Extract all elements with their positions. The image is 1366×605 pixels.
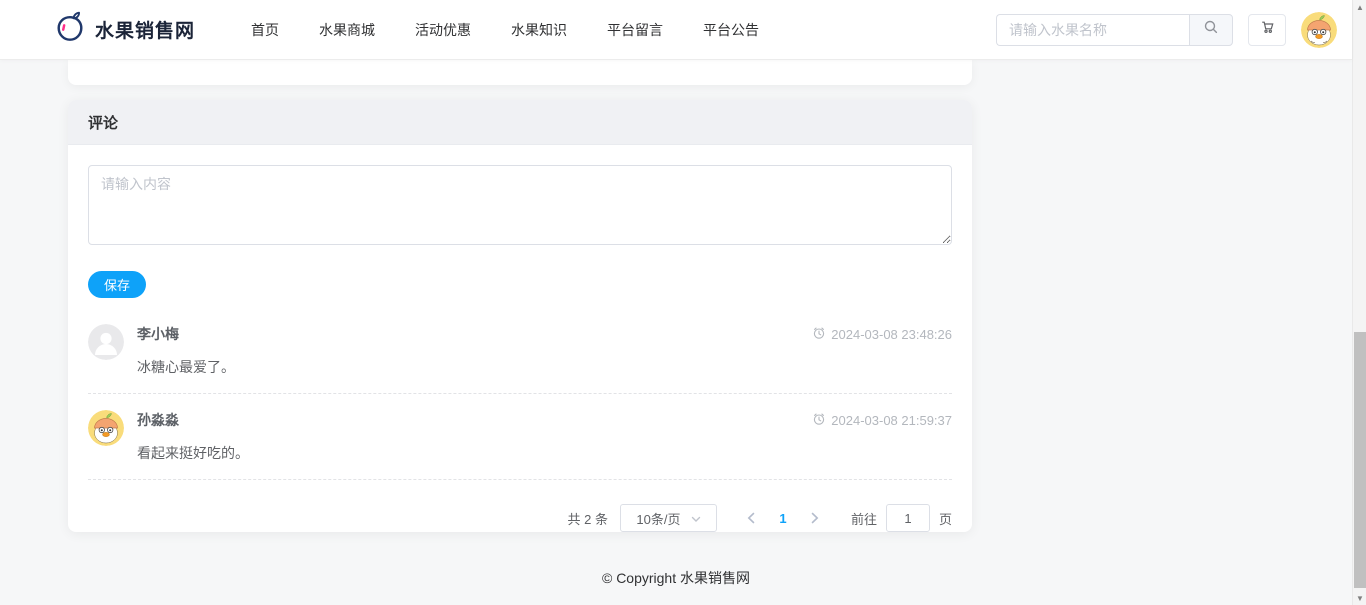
nav-item-mall[interactable]: 水果商城 <box>319 0 375 60</box>
search-input[interactable] <box>996 13 1189 46</box>
cart-icon <box>1259 19 1275 40</box>
comment-item: 孙淼淼 2024-03-08 21:59:37 看起来挺好吃的。 <box>88 394 952 480</box>
site-title: 水果销售网 <box>95 21 196 42</box>
comments-card-body: 保存 李小梅 <box>68 145 972 552</box>
nav-item-knowledge[interactable]: 水果知识 <box>511 0 567 60</box>
nav-item-promotions[interactable]: 活动优惠 <box>415 0 471 60</box>
goto-label: 前往 <box>850 511 877 527</box>
nav-item-home[interactable]: 首页 <box>251 0 279 60</box>
save-button[interactable]: 保存 <box>88 271 147 298</box>
scroll-up-icon[interactable]: ▲ <box>1353 0 1366 14</box>
vertical-scrollbar[interactable]: ▲ ▼ <box>1352 0 1366 605</box>
comments-card: 评论 保存 李小梅 <box>68 100 972 532</box>
page-unit-label: 页 <box>938 511 952 527</box>
commenter-avatar <box>88 410 124 446</box>
page-size-select[interactable]: 10条/页 <box>619 504 717 532</box>
chevron-down-icon <box>691 511 701 526</box>
pagination: 共 2 条 10条/页 1 前往 1 页 <box>88 504 952 532</box>
cart-button[interactable] <box>1248 13 1286 46</box>
comment-timestamp: 2024-03-08 21:59:37 <box>812 412 952 429</box>
alarm-clock-icon <box>812 412 826 429</box>
commenter-default-avatar <box>88 324 124 360</box>
commenter-name: 李小梅 <box>137 326 179 342</box>
alarm-clock-icon <box>812 326 826 343</box>
previous-card-bottom <box>68 60 972 85</box>
comments-title: 评论 <box>88 114 119 132</box>
commenter-name: 孙淼淼 <box>137 412 179 428</box>
next-page-button[interactable] <box>797 512 833 524</box>
footer-copyright: © Copyright 水果销售网 <box>601 570 750 586</box>
prev-page-button[interactable] <box>733 512 769 524</box>
main-nav: 首页 水果商城 活动优惠 水果知识 平台留言 平台公告 <box>251 0 759 60</box>
pagination-total: 共 2 条 <box>567 511 608 527</box>
comment-item: 李小梅 2024-03-08 23:48:26 冰糖心最爱了。 <box>88 308 952 394</box>
goto-page: 前往 页 <box>851 504 952 532</box>
comment-textarea[interactable] <box>88 165 952 245</box>
header-actions <box>996 11 1337 48</box>
comment-content: 看起来挺好吃的。 <box>137 445 249 461</box>
nav-item-messages[interactable]: 平台留言 <box>607 0 663 60</box>
search-bar <box>996 13 1233 46</box>
goto-page-input[interactable] <box>885 504 930 532</box>
search-button[interactable] <box>1189 13 1233 46</box>
scrollbar-thumb[interactable] <box>1354 332 1366 588</box>
apple-logo-icon <box>54 10 86 49</box>
comment-timestamp: 2024-03-08 23:48:26 <box>812 326 952 343</box>
comment-content: 冰糖心最爱了。 <box>137 359 235 375</box>
comment-body: 李小梅 2024-03-08 23:48:26 冰糖心最爱了。 <box>137 324 952 377</box>
user-avatar[interactable] <box>1301 11 1337 48</box>
brand-logo[interactable]: 水果销售网 <box>54 10 195 49</box>
comment-body: 孙淼淼 2024-03-08 21:59:37 看起来挺好吃的。 <box>137 410 952 463</box>
page-number-1[interactable]: 1 <box>769 511 797 526</box>
search-icon <box>1203 19 1219 40</box>
scroll-down-icon[interactable]: ▼ <box>1353 591 1366 605</box>
top-navbar: 水果销售网 首页 水果商城 活动优惠 水果知识 平台留言 平台公告 <box>0 0 1352 60</box>
nav-item-announcements[interactable]: 平台公告 <box>703 0 759 60</box>
comment-list: 李小梅 2024-03-08 23:48:26 冰糖心最爱了。 孙淼淼 2024… <box>88 308 952 480</box>
comments-card-header: 评论 <box>68 100 972 145</box>
